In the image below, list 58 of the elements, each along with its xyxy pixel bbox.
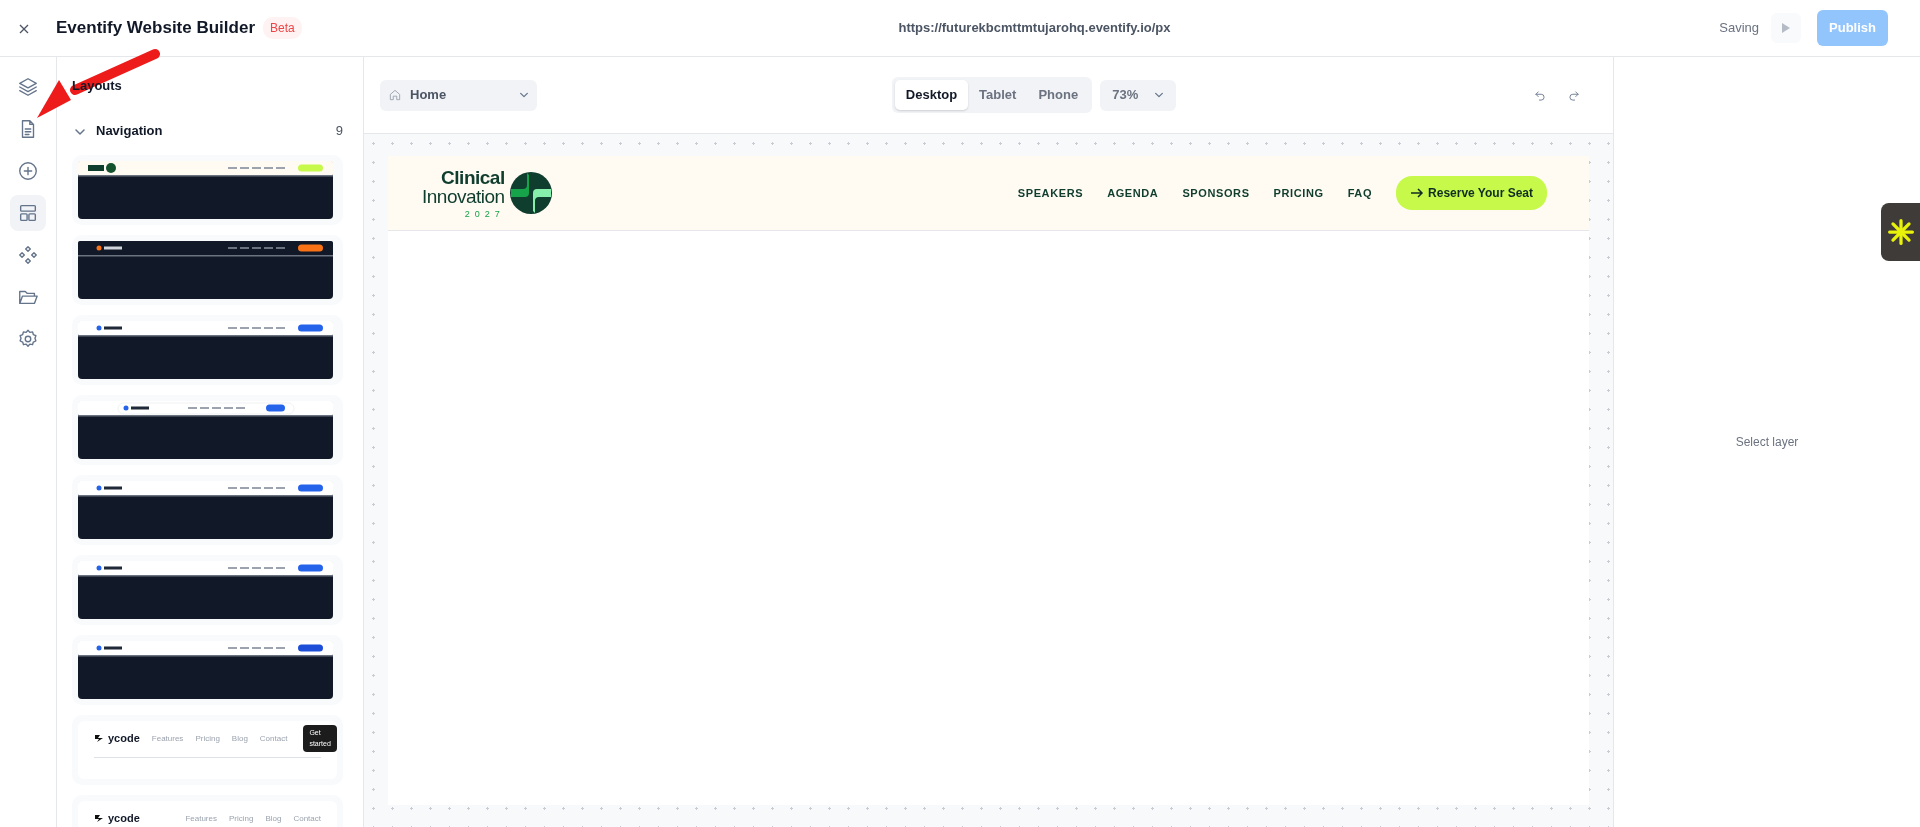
brand-name: Innovation (422, 186, 505, 206)
template-card[interactable] (72, 554, 343, 625)
template-card[interactable] (72, 314, 343, 385)
nav-link: Blog (265, 812, 282, 825)
logo-icon (94, 734, 104, 743)
empty-state-text: Select layer (1735, 434, 1799, 451)
close-icon (18, 22, 30, 35)
save-status: Saving (1719, 19, 1760, 38)
asterisk-icon (1887, 219, 1914, 245)
logo-icon (508, 171, 553, 215)
nav-link[interactable]: PRICING (1273, 184, 1324, 202)
device-tab[interactable]: Phone (1027, 80, 1090, 110)
brand-year: 2027 (464, 209, 505, 219)
nav-link: Pricing (195, 732, 220, 745)
site-url: https://futurekbcmttmtujarohq.eventify.io/px (898, 19, 1171, 38)
nav-link[interactable]: AGENDA (1107, 184, 1159, 202)
reserve-button[interactable]: Reserve Your Seat (1396, 176, 1547, 210)
brand-name: ycode (108, 811, 140, 827)
rail-button[interactable] (10, 195, 46, 231)
chevron-icon (1154, 90, 1165, 100)
nav-link: Pricing (228, 812, 254, 825)
arrow-icon (1410, 187, 1425, 199)
template-card[interactable] (72, 394, 343, 465)
nav-link[interactable]: SPONSORS (1182, 184, 1250, 202)
device-tab[interactable]: Tablet (968, 80, 1028, 110)
layers-icon (17, 76, 39, 98)
template-card[interactable] (72, 154, 343, 225)
section-title: Navigation (96, 122, 164, 140)
nav-link: Contact (293, 812, 321, 825)
template-card[interactable]: ycode Features Pricing Blog Contact (72, 794, 343, 827)
nav-link: Features (185, 812, 217, 825)
device-tab[interactable]: Desktop (894, 80, 969, 110)
app-title: Eventify Website Builder (56, 17, 255, 40)
nav-link: Blog (231, 732, 248, 745)
play-icon (1781, 22, 1792, 34)
page-select[interactable]: Home (380, 79, 537, 111)
template-card[interactable] (72, 234, 343, 305)
components-icon (17, 244, 39, 266)
brand-name: ycode (108, 731, 140, 747)
nav-link[interactable]: SPEAKERS (1017, 184, 1084, 202)
add-icon (17, 160, 39, 182)
nav-link: Contact (259, 732, 288, 745)
nav-link[interactable]: FAQ (1347, 184, 1373, 202)
zoom-select[interactable]: 73% (1100, 79, 1177, 111)
home-icon (388, 88, 402, 102)
nav-link: Features (151, 732, 184, 745)
layout-icon (17, 202, 39, 224)
brand-name: Clinical (441, 167, 505, 187)
item-count: 9 (335, 122, 343, 140)
template-card[interactable] (72, 634, 343, 705)
redo-icon (1567, 88, 1581, 103)
assistant-button[interactable] (1881, 203, 1920, 261)
beta-badge: Beta (263, 17, 302, 39)
undo-icon (1533, 88, 1547, 103)
settings-icon (17, 328, 39, 350)
chevron-icon (519, 90, 529, 100)
logo-icon (94, 814, 104, 823)
template-card[interactable] (72, 474, 343, 545)
